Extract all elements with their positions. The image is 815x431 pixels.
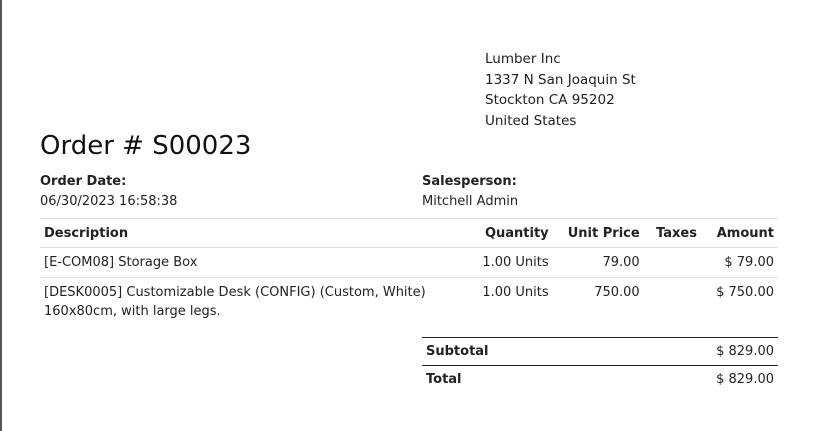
company-address: Lumber Inc 1337 N San Joaquin St Stockto… (485, 49, 636, 131)
order-lines-table: Description Quantity Unit Price Taxes Am… (40, 218, 778, 326)
total-value: $ 829.00 (606, 365, 778, 393)
cell-taxes (643, 247, 701, 278)
subtotal-row: Subtotal $ 829.00 (422, 337, 778, 366)
header-description: Description (40, 218, 442, 248)
header-taxes: Taxes (643, 218, 701, 248)
table-row: [DESK0005] Customizable Desk (CONFIG) (C… (40, 278, 778, 327)
total-row: Total $ 829.00 (422, 365, 778, 393)
company-name: Lumber Inc (485, 51, 561, 67)
cell-description: [E-COM08] Storage Box (40, 247, 442, 278)
company-street: 1337 N San Joaquin St (485, 71, 636, 88)
cell-unit-price: 79.00 (552, 247, 644, 278)
order-date-block: Order Date: 06/30/2023 16:58:38 (40, 172, 177, 212)
cell-quantity: 1.00 Units (482, 285, 549, 300)
table-header-row: Description Quantity Unit Price Taxes Am… (40, 218, 778, 248)
cell-amount: $ 79.00 (700, 247, 778, 278)
salesperson-block: Salesperson: Mitchell Admin (422, 172, 518, 212)
header-unit-price: Unit Price (552, 218, 644, 248)
salesperson-label: Salesperson: (422, 174, 517, 189)
header-quantity: Quantity (441, 218, 553, 248)
total-label: Total (422, 365, 607, 393)
header-amount: Amount (700, 218, 778, 248)
totals-table: Subtotal $ 829.00 Total $ 829.00 (422, 337, 778, 393)
salesperson-value: Mitchell Admin (422, 194, 519, 209)
table-row: [E-COM08] Storage Box 1.00 Units 79.00 $… (40, 247, 778, 278)
company-country: United States (485, 112, 577, 129)
order-date-value: 06/30/2023 16:58:38 (40, 194, 178, 209)
subtotal-label: Subtotal (422, 337, 607, 366)
cell-quantity: 1.00 Units (441, 247, 553, 278)
page-title: Order # S00023 (40, 131, 252, 161)
cell-amount: $ 750.00 (716, 285, 774, 300)
cell-taxes (644, 278, 701, 327)
cell-description: [DESK0005] Customizable Desk (CONFIG) (C… (44, 285, 426, 319)
subtotal-value: $ 829.00 (606, 337, 778, 366)
cell-unit-price: 750.00 (594, 285, 640, 300)
order-date-label: Order Date: (40, 174, 127, 189)
page-left-border (0, 0, 2, 431)
company-city: Stockton CA 95202 (485, 92, 615, 108)
